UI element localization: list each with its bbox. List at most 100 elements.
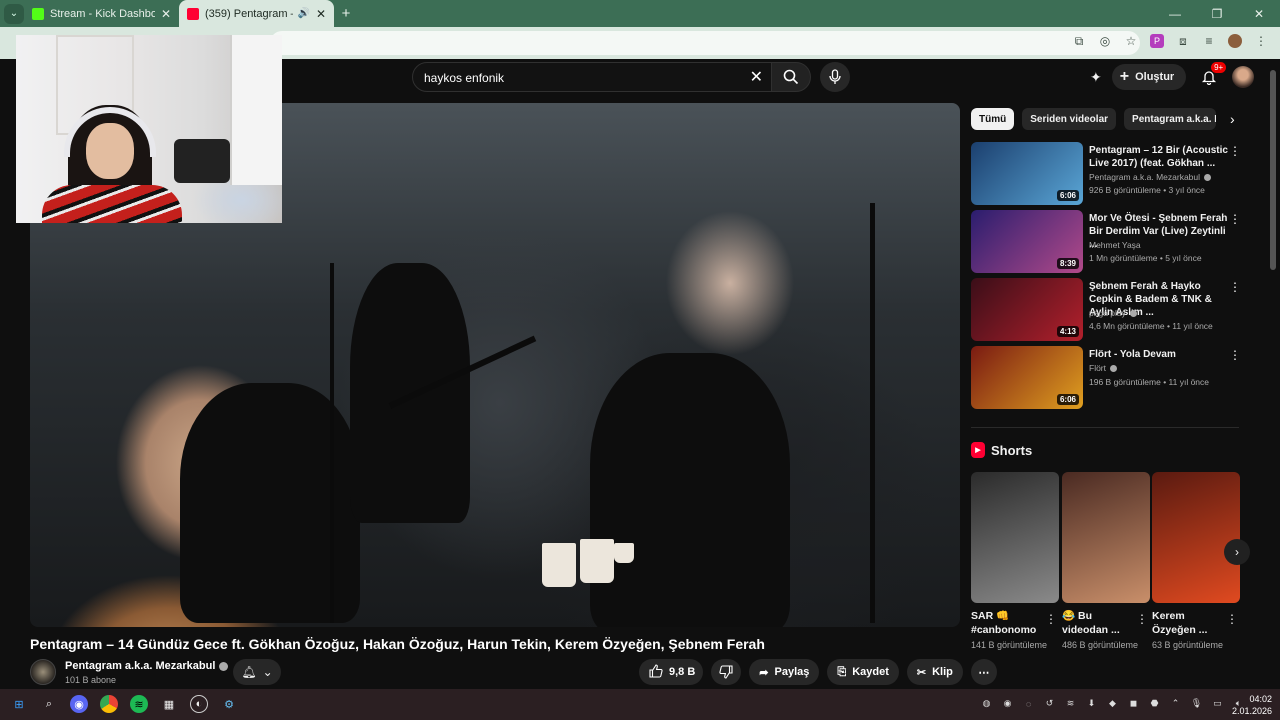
voice-search-button[interactable] [820,62,850,92]
more-icon[interactable]: ⋮ [1229,280,1241,294]
discord-icon[interactable]: ◉ [70,695,88,713]
obs-icon[interactable]: ◐ [190,695,208,713]
short-title[interactable]: SAR 👊 #canbonomo [971,609,1043,637]
recommendation-item[interactable]: 4:13 Şebnem Ferah & Hayko Cepkin & Badem… [971,278,1251,342]
whatsapp-icon[interactable]: ◍ [980,697,993,710]
more-actions-button[interactable]: ⋯ [970,659,997,685]
chip-channel[interactable]: Pentagram a.k.a. Mezarkabul [1124,108,1217,130]
tray-app-icon[interactable]: ↺ [1043,697,1056,710]
cast-icon[interactable]: ⧉ [1072,34,1086,48]
video-thumbnail[interactable]: 6:06 [971,346,1083,409]
short-item[interactable]: 😂 Bu videodan ... 486 B görüntüleme ⋮ [1062,472,1150,651]
recommendation-channel: paga play [1089,308,1137,318]
chevron-up-icon[interactable]: ⌃ [1169,697,1182,710]
clear-search-icon[interactable]: ✕ [750,67,763,87]
dislike-button[interactable] [711,659,742,685]
chevron-right-icon[interactable]: › [1230,111,1235,127]
video-actions: 9,8 B ➦ Paylaş ⎘ Kaydet ✂ Klip ⋯ [639,659,997,685]
short-title[interactable]: 😂 Bu videodan ... [1062,609,1134,637]
notifications-button[interactable]: 9+ [1196,62,1227,90]
clip-button[interactable]: ✂ Klip [906,659,963,685]
more-icon[interactable]: ⋮ [1229,348,1241,362]
short-thumbnail[interactable] [971,472,1059,603]
clock[interactable]: 04:02 2.01.2026 [1232,693,1272,717]
recommendation-title[interactable]: Flört - Yola Devam [1089,348,1229,361]
microphone-icon[interactable]: 🎙︎ [1190,697,1203,710]
subscription-bell-button[interactable]: 🔔︎ ⌄ [233,659,281,685]
shorts-remix-icon[interactable]: ✦ [1090,69,1102,86]
app-icon[interactable]: ▦ [160,695,178,713]
thumbs-up-icon [649,663,663,678]
address-bar[interactable] [270,31,1140,55]
channel-name-row[interactable]: Pentagram a.k.a. Mezarkabul [65,660,229,672]
channel-avatar[interactable] [30,659,56,685]
tray-app-icon[interactable]: ◌ [1022,697,1035,710]
new-tab-button[interactable]: + [334,5,358,22]
short-thumbnail[interactable] [1152,472,1240,603]
more-icon[interactable]: ⋮ [1229,212,1241,226]
profile-icon[interactable] [1228,34,1242,48]
short-item[interactable]: SAR 👊 #canbonomo 141 B görüntüleme ⋮ [971,472,1059,651]
audio-playing-icon[interactable]: 🔊 [297,8,309,19]
chip-all[interactable]: Tümü [971,108,1015,130]
tab-kick-dashboard[interactable]: Stream - Kick Dashboard ✕ [24,0,179,27]
spotify-tray-icon[interactable]: ≋ [1064,697,1077,710]
recommendation-item[interactable]: 6:06 Flört - Yola Devam Flört 196 B görü… [971,346,1251,410]
media-control-icon[interactable]: ≡ [1202,34,1216,48]
channel-name[interactable]: Pentagram a.k.a. Mezarkabul [65,660,215,672]
windows-start-icon[interactable]: ⊞ [10,695,28,713]
window [230,35,282,185]
tab-youtube[interactable]: (359) Pentagram – 14 Gündüz 🔊 ✕ [179,0,334,27]
recommendation-item[interactable]: 8:39 Mor Ve Ötesi - Şebnem Ferah Bir Der… [971,210,1251,274]
shorts-next-button[interactable]: › [1224,539,1250,565]
short-item[interactable]: Kerem Özyeğen ... 63 B görüntüleme ⋮ [1152,472,1240,651]
close-window-icon[interactable]: ✕ [1238,0,1280,27]
duration-badge: 4:13 [1056,326,1079,337]
minimize-icon[interactable]: — [1154,0,1196,27]
duration-badge: 8:39 [1056,258,1079,269]
video-thumbnail[interactable]: 4:13 [971,278,1083,341]
more-icon[interactable]: ⋮ [1136,612,1148,626]
chrome-icon[interactable] [100,695,118,713]
more-icon[interactable]: ⋮ [1226,612,1238,626]
video-thumbnail[interactable]: 6:06 [971,142,1083,205]
browser-tab-strip: ⌄ Stream - Kick Dashboard ✕ (359) Pentag… [0,0,1280,27]
discord-tray-icon[interactable]: ◉ [1001,697,1014,710]
recommendation-title[interactable]: Pentagram – 12 Bir (Acoustic Live 2017) … [1089,144,1229,170]
tray-app-icon[interactable]: ⬣ [1148,697,1161,710]
short-title[interactable]: Kerem Özyeğen ... [1152,609,1224,637]
browser-menu-icon[interactable]: ⋮ [1254,34,1268,48]
tray-app-icon[interactable]: ◼ [1127,697,1140,710]
save-button[interactable]: ⎘ Kaydet [827,659,899,685]
share-button[interactable]: ➦ Paylaş [749,659,820,685]
like-button[interactable] [649,663,663,681]
video-thumbnail[interactable]: 8:39 [971,210,1083,273]
tab-close-icon[interactable]: ✕ [316,7,326,21]
tray-app-icon[interactable]: ⬇ [1085,697,1098,710]
system-tray: ◍ ◉ ◌ ↺ ≋ ⬇ ◆ ◼ ⬣ ⌃ 🎙︎ ▭ 🔈︎ [980,697,1245,710]
more-icon[interactable]: ⋮ [1045,612,1057,626]
page-scrollbar[interactable] [1270,70,1276,270]
like-count[interactable]: 9,8 B [669,666,695,678]
recommendation-item[interactable]: 6:06 Pentagram – 12 Bir (Acoustic Live 2… [971,142,1251,206]
search-input[interactable]: haykos enfonik ✕ [412,62,772,92]
tab-close-icon[interactable]: ✕ [161,7,171,21]
search-button[interactable] [771,62,811,92]
short-thumbnail[interactable] [1062,472,1150,603]
eye-off-icon[interactable]: ◎ [1098,34,1112,48]
extension-icon[interactable]: P [1150,34,1164,48]
bookmark-star-icon[interactable]: ☆ [1124,34,1138,48]
search-icon[interactable]: ⌕ [40,695,58,713]
create-button[interactable]: + Oluştur [1111,64,1187,90]
more-icon[interactable]: ⋮ [1229,144,1241,158]
spotify-icon[interactable]: ≋ [130,695,148,713]
restore-icon[interactable]: ❐ [1196,0,1238,27]
steam-icon[interactable]: ⚙ [220,695,238,713]
account-avatar[interactable] [1232,66,1255,88]
chip-series[interactable]: Seriden videolar [1022,108,1117,130]
network-icon[interactable]: ▭ [1211,697,1224,710]
tab-search-icon[interactable]: ⌄ [4,3,24,24]
tray-app-icon[interactable]: ◆ [1106,697,1119,710]
puzzle-icon[interactable]: ⧈ [1176,34,1190,48]
filter-chips: Tümü Seriden videolar Pentagram a.k.a. M… [971,108,1235,130]
